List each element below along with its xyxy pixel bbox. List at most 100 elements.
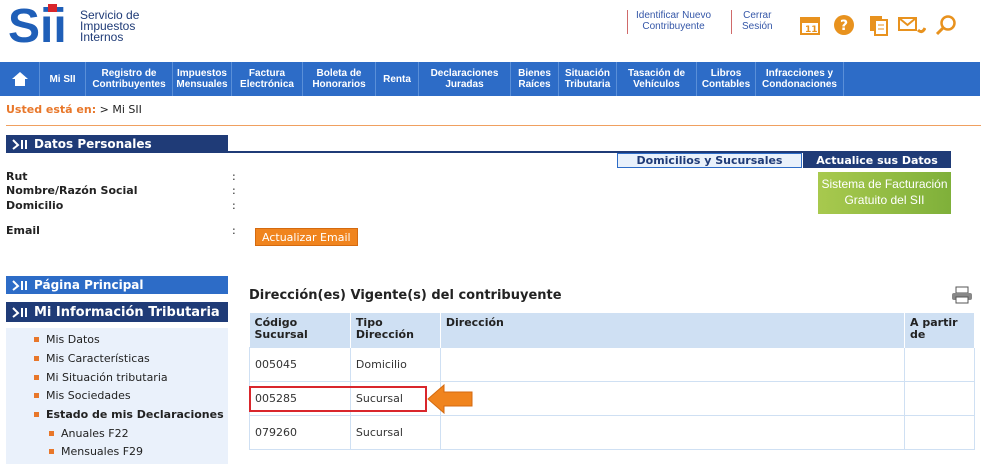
search-icon[interactable] bbox=[932, 14, 960, 36]
help-icon[interactable]: ? bbox=[830, 14, 858, 36]
colon: : bbox=[232, 199, 236, 212]
identificar-link[interactable]: Identificar Nuevo Contribuyente bbox=[636, 10, 711, 32]
direcciones-title: Dirección(es) Vigente(s) del contribuyen… bbox=[249, 288, 562, 303]
nav-label: Impuestos Mensuales bbox=[176, 68, 227, 90]
nav-label-line: Electrónica bbox=[240, 79, 294, 90]
nav-label: Registro de Contribuyentes bbox=[92, 68, 165, 90]
cell-direccion bbox=[439, 414, 906, 450]
nav-label-line: Juradas bbox=[445, 79, 484, 90]
nav-item-9[interactable]: Tasación de Vehículos bbox=[617, 62, 697, 96]
nav-label-line: Contribuyentes bbox=[92, 79, 166, 90]
nav-label-line: Bienes bbox=[518, 68, 551, 79]
bullet-icon bbox=[49, 431, 54, 436]
menu-situacion-tributaria[interactable]: Mi Situación tributaria bbox=[34, 371, 168, 384]
nav-item-7[interactable]: Bienes Raíces bbox=[511, 62, 559, 96]
nav-label: Infracciones y Condonaciones bbox=[762, 68, 837, 90]
col-direccion: Dirección bbox=[440, 313, 906, 347]
documents-icon[interactable] bbox=[864, 14, 892, 36]
menu-label: Mis Características bbox=[46, 352, 150, 365]
nav-label-line: Impuestos bbox=[176, 68, 227, 79]
datos-personales-title: Datos Personales bbox=[34, 137, 152, 151]
table-row[interactable]: 079260 Sucursal bbox=[249, 414, 975, 450]
cerrar-line-2: Sesión bbox=[742, 21, 773, 32]
table-row[interactable]: 005045 Domicilio bbox=[249, 346, 975, 382]
divider bbox=[6, 125, 981, 126]
menu-label: Mis Datos bbox=[46, 333, 100, 346]
header-icons: 11 ? bbox=[796, 14, 960, 36]
cell-codigo: 079260 bbox=[249, 414, 351, 450]
sistema-line-2: Gratuito del SII bbox=[844, 193, 925, 207]
mi-informacion-tab[interactable]: Mi Información Tributaria bbox=[6, 302, 228, 322]
nav-item-3[interactable]: Factura Electrónica bbox=[232, 62, 303, 96]
logo-line-3: Internos bbox=[80, 30, 124, 44]
identificar-line-1: Identificar Nuevo bbox=[636, 10, 712, 21]
field-email: Email bbox=[6, 224, 40, 237]
tab-domicilios-sucursales[interactable]: Domicilios y Sucursales bbox=[617, 153, 802, 168]
nav-item-5[interactable]: Renta bbox=[376, 62, 419, 96]
site-header: Sii Servicio de Impuestos Internos Ident… bbox=[0, 0, 989, 56]
nav-label-line: Raíces bbox=[518, 79, 551, 90]
nav-label: Libros Contables bbox=[702, 68, 750, 90]
menu-label: Mis Sociedades bbox=[46, 389, 131, 402]
menu-mensuales-f29[interactable]: Mensuales F29 bbox=[49, 445, 143, 458]
direcciones-table: Código Sucursal Tipo Dirección Dirección A… bbox=[249, 313, 975, 450]
breadcrumb: Usted está en: > Mi SII bbox=[6, 103, 142, 116]
nav-item-0[interactable]: Mi SII bbox=[40, 62, 86, 96]
arrow-left-icon bbox=[427, 384, 473, 414]
nav-label: Mi SII bbox=[49, 74, 75, 85]
sii-logo[interactable]: Sii bbox=[8, 2, 72, 48]
print-icon[interactable] bbox=[951, 286, 973, 304]
cell-tipo: Sucursal bbox=[349, 414, 441, 450]
header-separator bbox=[731, 10, 732, 34]
calendar-icon[interactable]: 11 bbox=[796, 14, 824, 36]
nav-item-10[interactable]: Libros Contables bbox=[697, 62, 756, 96]
nav-label-line: Condonaciones bbox=[761, 79, 837, 90]
menu-estado-declaraciones[interactable]: Estado de mis Declaraciones bbox=[34, 408, 224, 421]
cell-direccion bbox=[439, 346, 906, 382]
nav-item-4[interactable]: Boleta de Honorarios bbox=[303, 62, 376, 96]
menu-mis-sociedades[interactable]: Mis Sociedades bbox=[34, 389, 131, 402]
pagina-principal-tab[interactable]: Página Principal bbox=[6, 276, 228, 294]
nav-label-line: Renta bbox=[383, 73, 411, 85]
nav-label: Renta bbox=[383, 74, 411, 85]
header-text: Dirección bbox=[445, 316, 504, 329]
cerrar-sesion-link[interactable]: Cerrar Sesión bbox=[742, 10, 773, 32]
highlight-box bbox=[249, 386, 427, 412]
menu-anuales-f22[interactable]: Anuales F22 bbox=[49, 427, 129, 440]
cell-fecha bbox=[904, 346, 975, 382]
sistema-facturacion-banner[interactable]: Sistema de Facturación Gratuito del SII bbox=[818, 172, 951, 214]
breadcrumb-current: > Mi SII bbox=[99, 103, 142, 116]
bullet-icon bbox=[34, 375, 39, 380]
nav-label-line: Boleta de bbox=[316, 68, 362, 79]
sii-mini-icon bbox=[12, 139, 27, 150]
menu-label: Estado de mis Declaraciones bbox=[46, 408, 224, 421]
actualizar-email-button[interactable]: Actualizar Email bbox=[255, 228, 358, 246]
cell-codigo: 005045 bbox=[249, 346, 351, 382]
header-text: de bbox=[910, 328, 926, 341]
svg-text:Sii: Sii bbox=[8, 2, 67, 48]
menu-mis-caracteristicas[interactable]: Mis Características bbox=[34, 352, 150, 365]
bullet-icon bbox=[34, 412, 39, 417]
nav-label-line: Mi SII bbox=[49, 73, 76, 85]
home-icon bbox=[11, 72, 28, 86]
header-text: Dirección bbox=[355, 328, 414, 341]
field-rut: Rut bbox=[6, 170, 28, 183]
nav-item-2[interactable]: Impuestos Mensuales bbox=[173, 62, 232, 96]
sii-mini-icon bbox=[12, 307, 27, 318]
nav-item-8[interactable]: Situación Tributaria bbox=[559, 62, 617, 96]
nav-label: Boleta de Honorarios bbox=[312, 68, 365, 90]
cell-direccion bbox=[439, 380, 906, 416]
logo-text: Servicio de Impuestos Internos bbox=[80, 9, 139, 44]
menu-mis-datos[interactable]: Mis Datos bbox=[34, 333, 100, 346]
nav-item-6[interactable]: Declaraciones Juradas bbox=[419, 62, 511, 96]
nav-home[interactable] bbox=[0, 62, 40, 96]
svg-text:11: 11 bbox=[805, 25, 818, 35]
colon: : bbox=[232, 224, 236, 237]
nav-label-line: Registro de bbox=[101, 68, 157, 79]
tab-actualice-datos[interactable]: Actualice sus Datos bbox=[803, 153, 951, 168]
nav-label-line: Contables bbox=[701, 79, 751, 90]
bullet-icon bbox=[49, 449, 54, 454]
mail-phone-icon[interactable] bbox=[898, 14, 926, 36]
nav-item-11[interactable]: Infracciones y Condonaciones bbox=[756, 62, 844, 96]
nav-item-1[interactable]: Registro de Contribuyentes bbox=[86, 62, 173, 96]
